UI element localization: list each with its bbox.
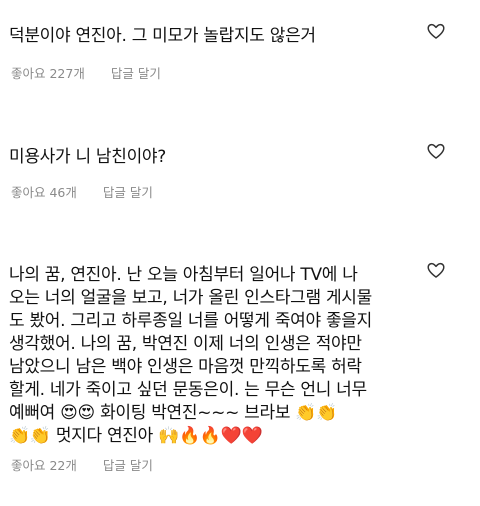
heart-icon[interactable] [426, 260, 446, 280]
comment-3: 나의 꿈, 연진아. 난 오늘 아침부터 일어나 TV에 나 오는 너의 얼굴을… [0, 0, 480, 506]
comment-meta: 좋아요 22개 답글 달기 [11, 455, 153, 474]
like-count[interactable]: 좋아요 22개 [11, 455, 77, 474]
reply-button[interactable]: 답글 달기 [103, 455, 153, 474]
comment-text: 나의 꿈, 연진아. 난 오늘 아침부터 일어나 TV에 나 오는 너의 얼굴을… [9, 265, 372, 446]
